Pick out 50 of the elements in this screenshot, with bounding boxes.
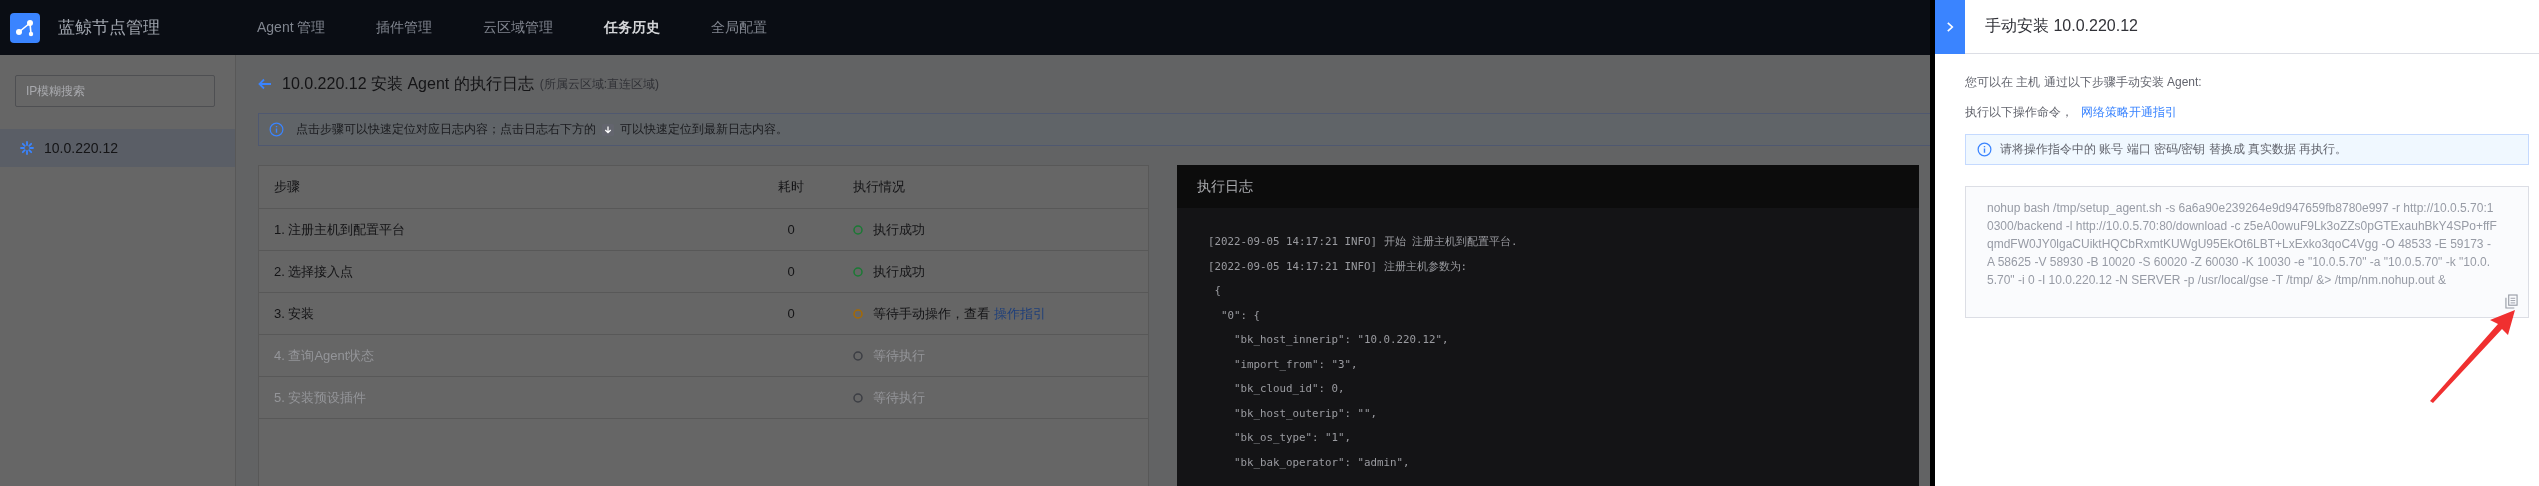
intro-text: 您可以在 主机 通过以下步骤手动安装 Agent: bbox=[1965, 74, 2203, 90]
loading-icon bbox=[20, 141, 34, 155]
nav-tab[interactable]: 任务历史 bbox=[604, 18, 661, 37]
log-line: { bbox=[1213, 283, 1221, 299]
copy-icon[interactable] bbox=[2505, 294, 2518, 309]
scroll-down-icon bbox=[602, 123, 614, 136]
logo-icon bbox=[10, 12, 40, 43]
table-cell-text: 0 bbox=[786, 264, 796, 279]
log-line: [2022-09-05 14:17:21 INFO] 开始 注册主机到配置平台. bbox=[1208, 234, 1518, 250]
table-cell-text: 0 bbox=[786, 306, 796, 321]
step-text: 执行以下操作命令， bbox=[1965, 105, 2073, 119]
column-header: 步骤 bbox=[273, 178, 301, 196]
back-arrow-icon[interactable] bbox=[258, 78, 272, 90]
table-cell[interactable]: 3. 安装 bbox=[259, 304, 729, 323]
status-text: 执行成功 bbox=[873, 220, 925, 239]
chevron-right-icon bbox=[1945, 20, 1955, 33]
status-text: 执行成功 bbox=[873, 262, 925, 281]
log-line: "bk_os_type": "1", bbox=[1233, 430, 1351, 446]
nav-tab[interactable]: Agent 管理 bbox=[257, 18, 326, 37]
column-header: 执行情况 bbox=[853, 178, 906, 196]
collapse-button[interactable] bbox=[1935, 0, 1965, 54]
column-header: 耗时 bbox=[777, 178, 805, 196]
search-field[interactable]: IP模糊搜索 bbox=[15, 75, 215, 107]
guide-link[interactable]: 操作指引 bbox=[994, 304, 1046, 323]
log-line: [2022-09-05 14:17:21 INFO] 注册主机参数为: bbox=[1208, 258, 1467, 275]
app-title: 蓝鲸节点管理 bbox=[58, 17, 160, 39]
host-list-item[interactable]: 10.0.220.12 bbox=[0, 129, 235, 167]
table-cell[interactable]: 2. 选择接入点 bbox=[259, 262, 729, 281]
log-line: "bk_host_outerip": "", bbox=[1233, 405, 1377, 422]
table-cell-text: 0 bbox=[786, 222, 796, 237]
notice-text: 可以快速定位到最新日志内容。 bbox=[620, 121, 788, 138]
log-line: "0": { bbox=[1220, 307, 1260, 324]
page-title: 10.0.220.12 安装 Agent 的执行日志 bbox=[282, 73, 534, 94]
network-guide-link[interactable]: 网络策略开通指引 bbox=[2081, 105, 2177, 119]
notice-text: 点击步骤可以快速定位对应日志内容；点击日志右下方的 bbox=[296, 121, 596, 138]
status-text: 等待手动操作，查看 bbox=[873, 304, 990, 323]
table-cell[interactable]: 1. 注册主机到配置平台 bbox=[259, 220, 729, 239]
log-line: "bk_host_innerip": "10.0.220.12", bbox=[1233, 332, 1449, 348]
log-line: "import_from": "3", bbox=[1233, 356, 1358, 373]
nav-tab[interactable]: 全局配置 bbox=[711, 18, 768, 37]
nav-tab[interactable]: 云区域管理 bbox=[483, 18, 554, 37]
log-title: 执行日志 bbox=[1197, 177, 1253, 196]
alert-text: 请将操作指令中的 账号 端口 密码/密钥 替换成 真实数据 再执行。 bbox=[2000, 141, 2348, 158]
log-line: "bk_bak_operator": "admin", bbox=[1233, 454, 1410, 471]
drawer-title: 手动安装 10.0.220.12 bbox=[1985, 16, 2138, 36]
log-line: "bk_cloud_id": 0, bbox=[1233, 381, 1345, 397]
nav-tab[interactable]: 插件管理 bbox=[376, 18, 433, 37]
info-icon bbox=[1977, 142, 1992, 157]
command-text: nohup bash /tmp/setup_agent.sh -s 6a6a90e239264e9d947659fb8780e997 -r http://10.0.5.70:10300/backend -l http://10.0.5.70:80/download -c z5eA0owuF9Lk3oZZs0pGTExauhBkY4SPo+ffFqmdFW0JY0lgaCUiktHQCbRxmtKUWgU95EkOt6LBT+LxExko3qoC4Vgg -O 48533 -E 59173 -A 58625 -V 58930 -B 10020 -S 60020 -Z 60030 -K 10030 -e "10.0.5.70" -a "10.0.5.70" -k "10.0.5.70" -i 0 -I 10.0.220.12 -N SERVER -p /usr/local/gse -T /tmp/ &> /tmp/nm.nohup.out & bbox=[1987, 200, 2498, 289]
info-icon bbox=[269, 122, 284, 137]
